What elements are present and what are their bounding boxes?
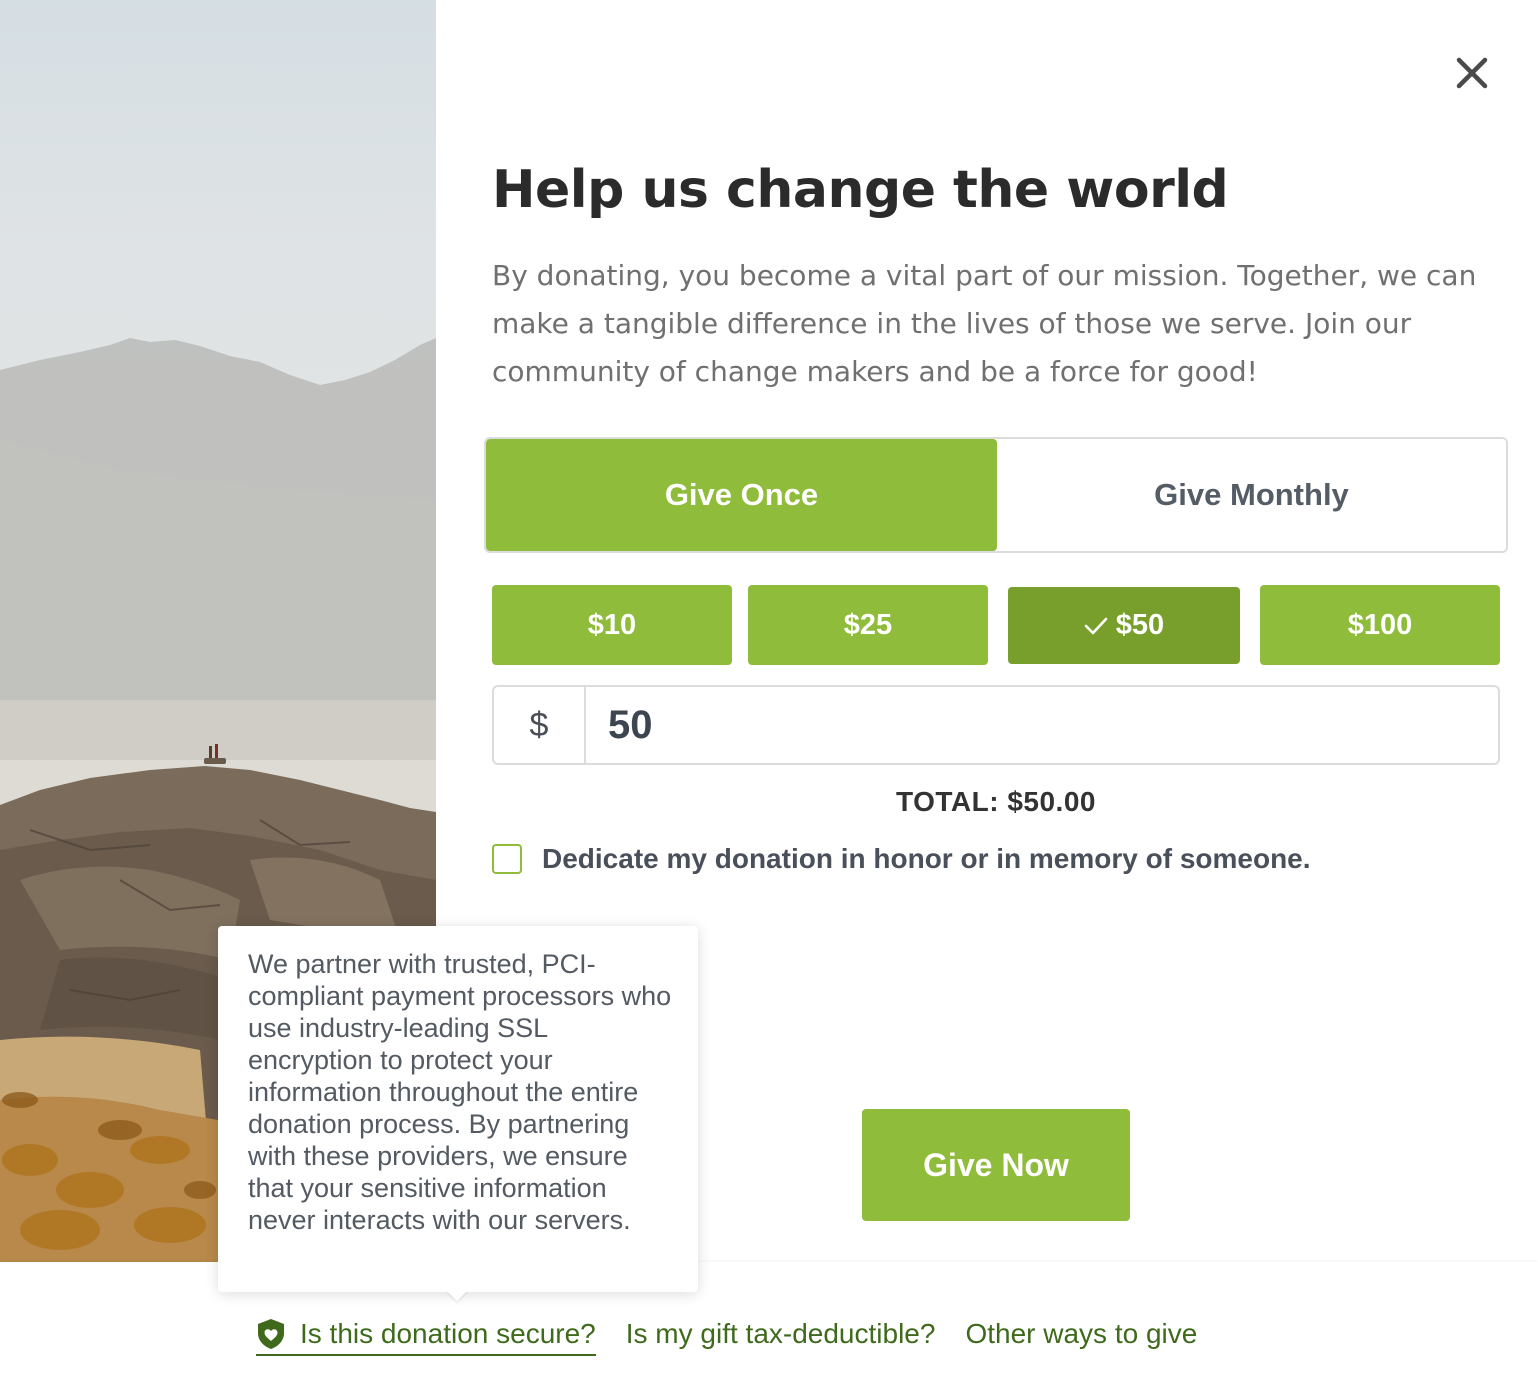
currency-symbol: $ (494, 687, 586, 763)
amount-button-10[interactable]: $10 (492, 585, 732, 665)
amount-label: $100 (1347, 608, 1413, 641)
amount-label: $25 (843, 608, 893, 641)
frequency-toggle: Give Once Give Monthly (484, 437, 1508, 553)
amount-label: $50 (1115, 609, 1165, 641)
dedicate-checkbox[interactable] (492, 844, 522, 874)
close-button[interactable] (1449, 50, 1495, 96)
close-icon (1456, 57, 1488, 89)
tax-deductible-link[interactable]: Is my gift tax-deductible? (626, 1318, 936, 1350)
total-amount: TOTAL: $50.00 (896, 786, 1096, 817)
tooltip-text: We partner with trusted, PCI-compliant p… (248, 949, 672, 1235)
amount-label: $10 (587, 608, 637, 641)
amount-button-50[interactable]: $50 (1008, 587, 1240, 664)
dedicate-option: Dedicate my donation in honor or in memo… (492, 843, 1311, 875)
amount-button-100[interactable]: $100 (1260, 585, 1500, 665)
custom-amount-field: $ (492, 685, 1500, 765)
page-title: Help us change the world (492, 160, 1229, 220)
shield-heart-icon (256, 1318, 286, 1350)
custom-amount-input[interactable] (586, 687, 1498, 763)
tooltip-arrow (446, 1290, 468, 1301)
amount-button-25[interactable]: $25 (748, 585, 988, 665)
donation-secure-link[interactable]: Is this donation secure? (256, 1318, 596, 1356)
give-now-button[interactable]: Give Now (862, 1109, 1130, 1221)
give-monthly-tab[interactable]: Give Monthly (997, 439, 1506, 551)
donation-secure-label: Is this donation secure? (300, 1318, 596, 1349)
other-ways-link[interactable]: Other ways to give (965, 1318, 1197, 1350)
intro-text: By donating, you become a vital part of … (492, 259, 1477, 388)
footer-links: Is this donation secure? Is my gift tax-… (256, 1312, 1227, 1356)
check-icon (1084, 616, 1108, 636)
dedicate-label[interactable]: Dedicate my donation in honor or in memo… (542, 843, 1311, 875)
security-tooltip: We partner with trusted, PCI-compliant p… (218, 926, 698, 1292)
give-once-tab[interactable]: Give Once (486, 439, 997, 551)
